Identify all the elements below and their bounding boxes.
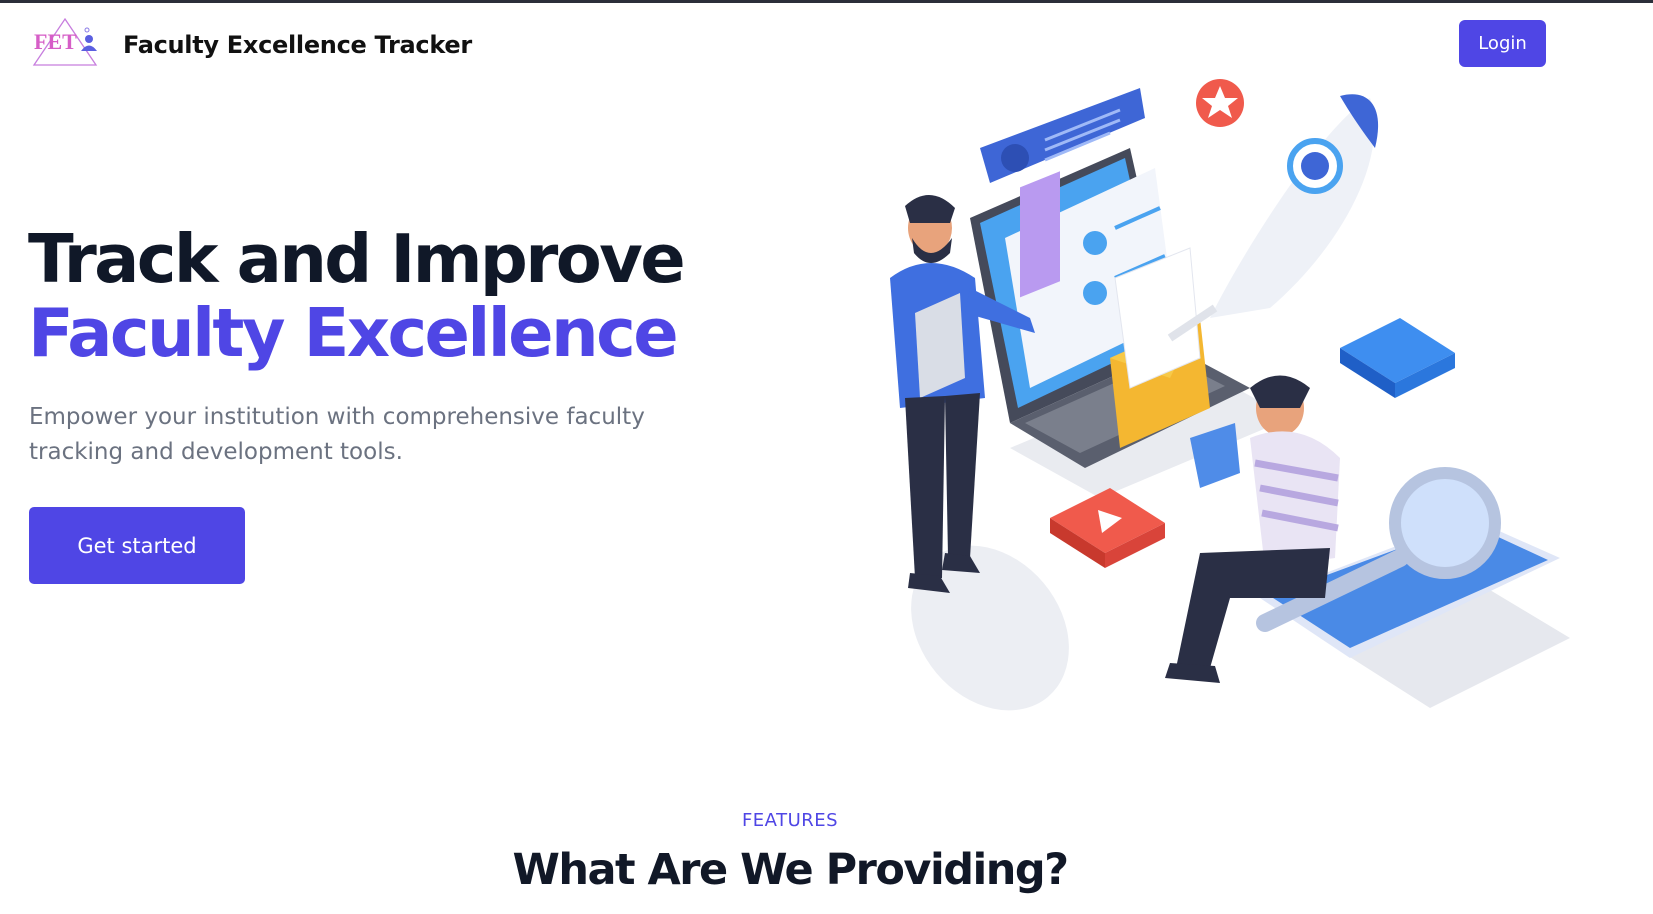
book-icon <box>1340 318 1455 398</box>
hero-title-line1: Track and Improve <box>28 220 686 298</box>
star-icon <box>1196 79 1244 127</box>
features-heading: What Are We Providing? <box>512 845 1069 895</box>
get-started-button[interactable]: Get started <box>29 507 245 584</box>
hero-title: Track and Improve Faculty Excellence <box>28 222 788 370</box>
brand-name[interactable]: Faculty Excellence Tracker <box>123 31 472 59</box>
navbar: FET Faculty Excellence Tracker Login <box>0 3 1653 83</box>
hero-illustration <box>890 79 1570 711</box>
hero-subtitle: Empower your institution with comprehens… <box>29 404 645 465</box>
fet-logo[interactable]: FET <box>30 17 100 69</box>
rocket-icon <box>1167 94 1379 342</box>
hero-title-line2: Faculty Excellence <box>28 294 679 372</box>
play-icon <box>1050 488 1165 568</box>
logo-text: FET <box>34 29 77 54</box>
features-eyebrow: FEATURES <box>741 810 839 831</box>
login-button[interactable]: Login <box>1459 20 1546 67</box>
